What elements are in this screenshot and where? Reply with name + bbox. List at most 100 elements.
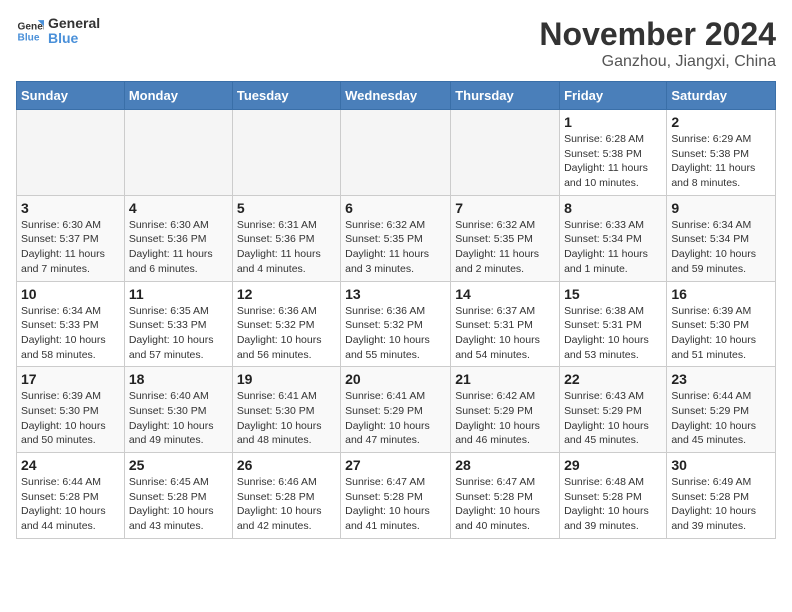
day-info: Sunrise: 6:42 AM Sunset: 5:29 PM Dayligh…	[455, 389, 555, 448]
day-number: 13	[345, 286, 446, 302]
day-number: 26	[237, 457, 336, 473]
weekday-header-row: SundayMondayTuesdayWednesdayThursdayFrid…	[17, 82, 776, 110]
day-info: Sunrise: 6:32 AM Sunset: 5:35 PM Dayligh…	[345, 218, 446, 277]
day-info: Sunrise: 6:33 AM Sunset: 5:34 PM Dayligh…	[564, 218, 662, 277]
day-info: Sunrise: 6:41 AM Sunset: 5:29 PM Dayligh…	[345, 389, 446, 448]
day-info: Sunrise: 6:34 AM Sunset: 5:34 PM Dayligh…	[671, 218, 771, 277]
day-number: 28	[455, 457, 555, 473]
calendar-cell: 14 Sunrise: 6:37 AM Sunset: 5:31 PM Dayli…	[451, 281, 560, 367]
svg-text:Blue: Blue	[18, 33, 40, 44]
day-number: 5	[237, 200, 336, 216]
calendar-cell: 30 Sunrise: 6:49 AM Sunset: 5:28 PM Dayli…	[667, 453, 776, 539]
day-number: 8	[564, 200, 662, 216]
calendar-cell: 3 Sunrise: 6:30 AM Sunset: 5:37 PM Daylig…	[17, 195, 125, 281]
day-info: Sunrise: 6:37 AM Sunset: 5:31 PM Dayligh…	[455, 304, 555, 363]
calendar-cell	[124, 110, 232, 196]
day-info: Sunrise: 6:48 AM Sunset: 5:28 PM Dayligh…	[564, 475, 662, 534]
day-number: 27	[345, 457, 446, 473]
day-info: Sunrise: 6:44 AM Sunset: 5:28 PM Dayligh…	[21, 475, 120, 534]
calendar-cell: 12Sunrise: 6:36 AM Sunset: 5:32 PM Dayli…	[232, 281, 340, 367]
calendar-table: SundayMondayTuesdayWednesdayThursdayFrid…	[16, 81, 776, 539]
calendar-cell: 20 Sunrise: 6:41 AM Sunset: 5:29 PM Dayli…	[341, 367, 451, 453]
weekday-header: Friday	[560, 82, 667, 110]
day-info: Sunrise: 6:39 AM Sunset: 5:30 PM Dayligh…	[671, 304, 771, 363]
day-info: Sunrise: 6:49 AM Sunset: 5:28 PM Dayligh…	[671, 475, 771, 534]
calendar-cell: 27 Sunrise: 6:47 AM Sunset: 5:28 PM Dayli…	[341, 453, 451, 539]
day-number: 16	[671, 286, 771, 302]
day-info: Sunrise: 6:39 AM Sunset: 5:30 PM Dayligh…	[21, 389, 120, 448]
calendar-cell: 19Sunrise: 6:41 AM Sunset: 5:30 PM Dayli…	[232, 367, 340, 453]
page-header: General Blue General Blue November 2024 …	[16, 16, 776, 71]
day-number: 22	[564, 371, 662, 387]
calendar-cell: 10 Sunrise: 6:34 AM Sunset: 5:33 PM Dayli…	[17, 281, 125, 367]
calendar-week-row: 1 Sunrise: 6:28 AM Sunset: 5:38 PM Daylig…	[17, 110, 776, 196]
calendar-week-row: 17 Sunrise: 6:39 AM Sunset: 5:30 PM Dayli…	[17, 367, 776, 453]
calendar-cell: 23Sunrise: 6:44 AM Sunset: 5:29 PM Dayli…	[667, 367, 776, 453]
calendar-cell	[232, 110, 340, 196]
day-info: Sunrise: 6:47 AM Sunset: 5:28 PM Dayligh…	[455, 475, 555, 534]
day-info: Sunrise: 6:45 AM Sunset: 5:28 PM Dayligh…	[129, 475, 228, 534]
weekday-header: Wednesday	[341, 82, 451, 110]
day-number: 14	[455, 286, 555, 302]
calendar-week-row: 10 Sunrise: 6:34 AM Sunset: 5:33 PM Dayli…	[17, 281, 776, 367]
day-number: 17	[21, 371, 120, 387]
day-number: 3	[21, 200, 120, 216]
logo-icon: General Blue	[16, 17, 44, 45]
calendar-cell: 8 Sunrise: 6:33 AM Sunset: 5:34 PM Daylig…	[560, 195, 667, 281]
calendar-cell: 24 Sunrise: 6:44 AM Sunset: 5:28 PM Dayli…	[17, 453, 125, 539]
day-number: 4	[129, 200, 228, 216]
calendar-cell: 22Sunrise: 6:43 AM Sunset: 5:29 PM Dayli…	[560, 367, 667, 453]
calendar-cell: 11Sunrise: 6:35 AM Sunset: 5:33 PM Dayli…	[124, 281, 232, 367]
day-info: Sunrise: 6:47 AM Sunset: 5:28 PM Dayligh…	[345, 475, 446, 534]
calendar-cell: 25Sunrise: 6:45 AM Sunset: 5:28 PM Dayli…	[124, 453, 232, 539]
day-info: Sunrise: 6:28 AM Sunset: 5:38 PM Dayligh…	[564, 132, 662, 191]
calendar-cell: 13 Sunrise: 6:36 AM Sunset: 5:32 PM Dayli…	[341, 281, 451, 367]
calendar-cell: 26 Sunrise: 6:46 AM Sunset: 5:28 PM Dayli…	[232, 453, 340, 539]
day-info: Sunrise: 6:31 AM Sunset: 5:36 PM Dayligh…	[237, 218, 336, 277]
day-info: Sunrise: 6:34 AM Sunset: 5:33 PM Dayligh…	[21, 304, 120, 363]
day-info: Sunrise: 6:36 AM Sunset: 5:32 PM Dayligh…	[345, 304, 446, 363]
day-number: 30	[671, 457, 771, 473]
calendar-cell: 9 Sunrise: 6:34 AM Sunset: 5:34 PM Daylig…	[667, 195, 776, 281]
day-number: 23	[671, 371, 771, 387]
calendar-cell: 2 Sunrise: 6:29 AM Sunset: 5:38 PM Daylig…	[667, 110, 776, 196]
day-number: 20	[345, 371, 446, 387]
day-info: Sunrise: 6:38 AM Sunset: 5:31 PM Dayligh…	[564, 304, 662, 363]
calendar-cell: 16 Sunrise: 6:39 AM Sunset: 5:30 PM Dayli…	[667, 281, 776, 367]
logo: General Blue General Blue	[16, 16, 100, 47]
day-number: 7	[455, 200, 555, 216]
day-number: 29	[564, 457, 662, 473]
weekday-header: Monday	[124, 82, 232, 110]
day-number: 18	[129, 371, 228, 387]
calendar-week-row: 24 Sunrise: 6:44 AM Sunset: 5:28 PM Dayli…	[17, 453, 776, 539]
calendar-cell: 28 Sunrise: 6:47 AM Sunset: 5:28 PM Dayli…	[451, 453, 560, 539]
calendar-cell: 21Sunrise: 6:42 AM Sunset: 5:29 PM Dayli…	[451, 367, 560, 453]
weekday-header: Tuesday	[232, 82, 340, 110]
day-number: 15	[564, 286, 662, 302]
logo-line2: Blue	[48, 31, 100, 46]
calendar-cell	[17, 110, 125, 196]
day-info: Sunrise: 6:32 AM Sunset: 5:35 PM Dayligh…	[455, 218, 555, 277]
day-number: 2	[671, 114, 771, 130]
month-year: November 2024	[539, 16, 776, 53]
day-info: Sunrise: 6:46 AM Sunset: 5:28 PM Dayligh…	[237, 475, 336, 534]
day-info: Sunrise: 6:29 AM Sunset: 5:38 PM Dayligh…	[671, 132, 771, 191]
calendar-week-row: 3 Sunrise: 6:30 AM Sunset: 5:37 PM Daylig…	[17, 195, 776, 281]
day-number: 24	[21, 457, 120, 473]
day-number: 1	[564, 114, 662, 130]
calendar-cell: 4 Sunrise: 6:30 AM Sunset: 5:36 PM Daylig…	[124, 195, 232, 281]
title-block: November 2024 Ganzhou, Jiangxi, China	[539, 16, 776, 71]
calendar-cell: 17 Sunrise: 6:39 AM Sunset: 5:30 PM Dayli…	[17, 367, 125, 453]
weekday-header: Saturday	[667, 82, 776, 110]
day-number: 9	[671, 200, 771, 216]
calendar-cell: 29 Sunrise: 6:48 AM Sunset: 5:28 PM Dayli…	[560, 453, 667, 539]
day-info: Sunrise: 6:41 AM Sunset: 5:30 PM Dayligh…	[237, 389, 336, 448]
day-info: Sunrise: 6:30 AM Sunset: 5:36 PM Dayligh…	[129, 218, 228, 277]
day-number: 10	[21, 286, 120, 302]
calendar-cell: 5 Sunrise: 6:31 AM Sunset: 5:36 PM Daylig…	[232, 195, 340, 281]
weekday-header: Sunday	[17, 82, 125, 110]
calendar-cell: 15 Sunrise: 6:38 AM Sunset: 5:31 PM Dayli…	[560, 281, 667, 367]
day-number: 6	[345, 200, 446, 216]
location: Ganzhou, Jiangxi, China	[539, 53, 776, 71]
day-info: Sunrise: 6:30 AM Sunset: 5:37 PM Dayligh…	[21, 218, 120, 277]
